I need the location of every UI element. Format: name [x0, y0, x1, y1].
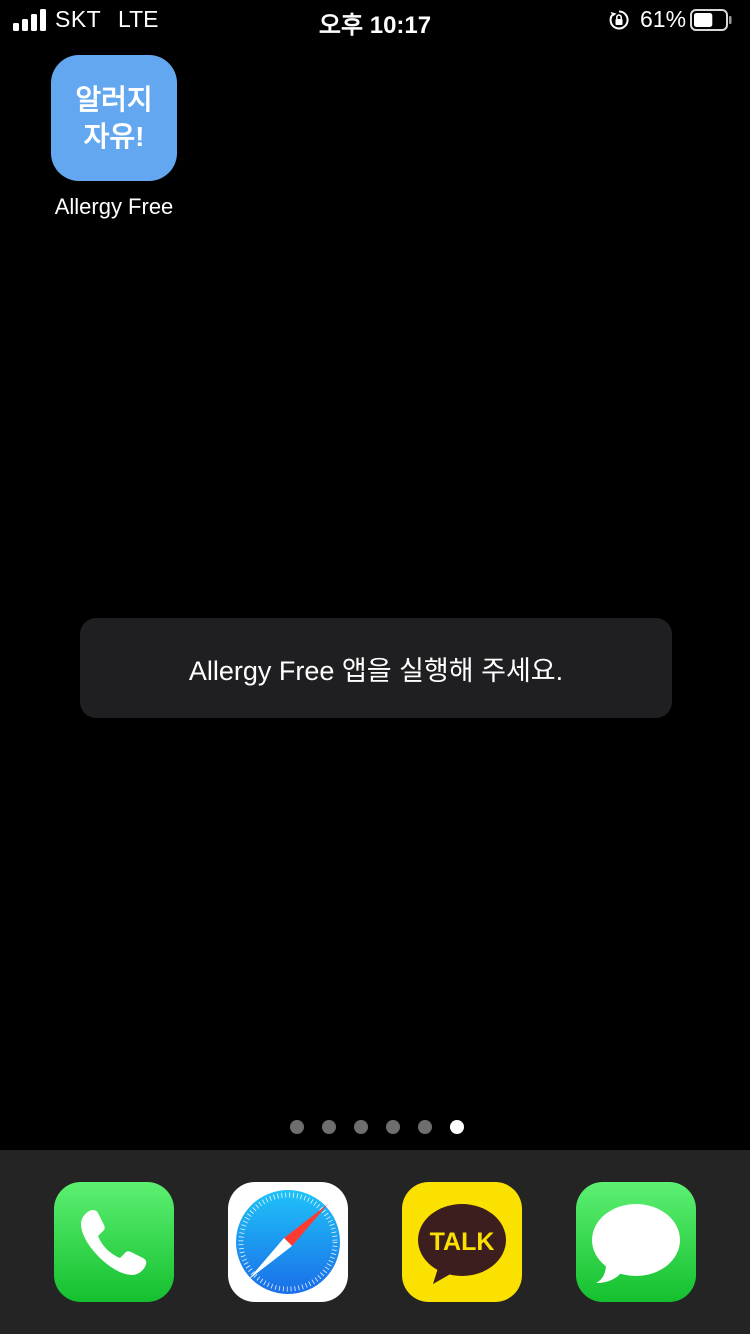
- battery-icon: [690, 9, 732, 31]
- allergy-free-app-icon[interactable]: 알러지 자유!: [51, 55, 177, 181]
- page-dot[interactable]: [322, 1120, 336, 1134]
- safari-app[interactable]: [228, 1182, 348, 1302]
- page-dot[interactable]: [290, 1120, 304, 1134]
- phone-app[interactable]: [54, 1182, 174, 1302]
- page-dot[interactable]: [418, 1120, 432, 1134]
- phone-icon: [81, 1210, 147, 1275]
- page-dot[interactable]: [354, 1120, 368, 1134]
- toast-message: Allergy Free 앱을 실행해 주세요.: [80, 618, 672, 718]
- page-dot-current[interactable]: [450, 1120, 464, 1134]
- kakaotalk-talk-text: TALK: [430, 1228, 495, 1256]
- battery-percentage: 61%: [640, 6, 687, 32]
- app-icon-text-line1: 알러지: [75, 84, 153, 115]
- page-dot[interactable]: [386, 1120, 400, 1134]
- messages-app[interactable]: [576, 1182, 696, 1302]
- kakaotalk-icon: TALK: [418, 1204, 506, 1284]
- allergy-free-app[interactable]: 알러지 자유! Allergy Free: [36, 55, 192, 220]
- messages-icon: [592, 1204, 680, 1283]
- dock: TALK: [0, 1150, 750, 1334]
- toast-text: Allergy Free 앱을 실행해 주세요.: [188, 655, 564, 686]
- app-label: Allergy Free: [54, 194, 174, 219]
- page-indicator[interactable]: [0, 1120, 750, 1134]
- safari-compass-icon: [236, 1190, 340, 1294]
- status-time: 오후 10:17: [318, 12, 432, 39]
- kakaotalk-app[interactable]: TALK: [402, 1182, 522, 1302]
- app-icon-text-line2: 자유!: [83, 121, 145, 152]
- status-bar: SKT LTE 오후 10:17 61%: [0, 0, 750, 40]
- orientation-lock-icon: [609, 10, 629, 30]
